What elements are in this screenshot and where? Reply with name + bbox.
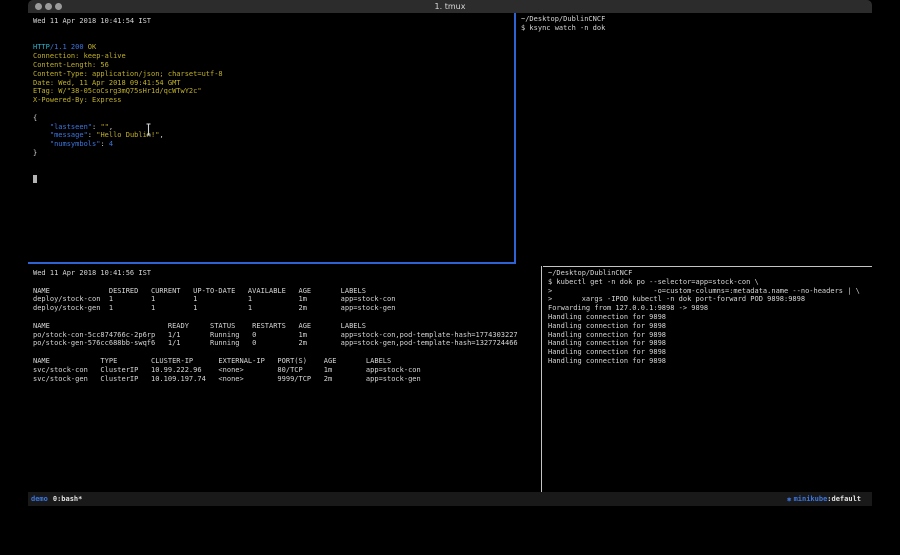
kubernetes-helm-icon: ⎈: [787, 495, 792, 504]
kube-context: minikube: [794, 495, 828, 503]
kube-namespace: :default: [827, 495, 861, 503]
ibeam-mouse-cursor: [144, 123, 153, 136]
pane-port-forward[interactable]: ~/Desktop/DublinCNCF $ kubectl get -n do…: [543, 267, 872, 492]
session-name: demo: [31, 495, 48, 503]
close-button[interactable]: [35, 3, 42, 10]
http-response-output: Wed 11 Apr 2018 10:41:54 IST HTTP/1.1 20…: [33, 17, 514, 184]
tmux-status-bar: demo 0:bash* ⎈ minikube :default: [28, 492, 872, 506]
window-titlebar[interactable]: 1. tmux: [28, 0, 872, 13]
pane-divider-vertical-bottom[interactable]: [541, 266, 542, 492]
pane-divider-vertical-top[interactable]: [514, 13, 516, 264]
window-title: 1. tmux: [28, 0, 872, 13]
status-bar-right: ⎈ minikube :default: [787, 495, 861, 504]
pane-ksync-watch[interactable]: ~/Desktop/DublinCNCF $ ksync watch -n do…: [517, 13, 872, 266]
traffic-lights: [35, 3, 62, 10]
minimize-button[interactable]: [45, 3, 52, 10]
port-forward-output: ~/Desktop/DublinCNCF $ kubectl get -n do…: [548, 269, 872, 366]
window-label-bash[interactable]: 0:bash*: [53, 495, 83, 503]
pane-kubectl-resources[interactable]: Wed 11 Apr 2018 10:41:56 IST NAME DESIRE…: [28, 264, 541, 492]
ksync-output: ~/Desktop/DublinCNCF $ ksync watch -n do…: [521, 15, 872, 33]
pane-http-response[interactable]: Wed 11 Apr 2018 10:41:54 IST HTTP/1.1 20…: [28, 13, 514, 262]
desktop-background: 1. tmux Wed 11 Apr 2018 10:41:54 IST HTT…: [0, 0, 900, 555]
kubectl-resources-output: Wed 11 Apr 2018 10:41:56 IST NAME DESIRE…: [33, 269, 541, 383]
zoom-button[interactable]: [55, 3, 62, 10]
